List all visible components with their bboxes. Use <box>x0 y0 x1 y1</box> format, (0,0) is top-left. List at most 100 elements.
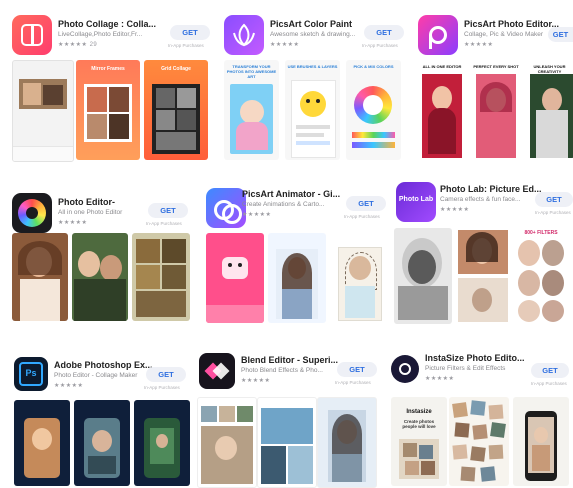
screenshot-1 <box>197 397 257 488</box>
collage-icon[interactable] <box>12 15 52 55</box>
picsart-icon[interactable] <box>418 15 458 55</box>
app-card-photo-collage[interactable]: Photo Collage : Colla... LiveCollage,Pho… <box>0 0 210 165</box>
get-button[interactable]: GET <box>548 27 573 42</box>
app-subtitle: Photo Blend Effects & Pho... <box>241 367 323 374</box>
app-subtitle: LiveCollage,Photo Editor,Fr... <box>58 31 143 38</box>
app-name[interactable]: PicsArt Color Paint <box>270 19 352 29</box>
blend-icon[interactable] <box>199 353 235 389</box>
get-button[interactable]: GET <box>535 192 573 207</box>
app-card-photo-lab[interactable]: Photo Lab Photo Lab: Picture Ed... Camer… <box>390 178 573 328</box>
app-name[interactable]: Adobe Photoshop Ex... <box>54 360 153 370</box>
rating-stars: ★★★★★ <box>425 376 455 382</box>
screenshot-1: Instasize Create photos people will love <box>391 397 447 486</box>
screenshot-1 <box>206 233 264 323</box>
screenshot-2: USE BRUSHES & LAYERS <box>285 60 340 160</box>
app-subtitle: Collage, Pic & Video Maker <box>464 31 544 38</box>
photo-lab-icon-text: Photo Lab <box>398 196 434 203</box>
screenshot-3 <box>513 397 569 486</box>
app-subtitle: Camera effects & fun face... <box>440 196 521 203</box>
screenshot-1 <box>14 400 70 486</box>
screenshot-2 <box>72 233 128 321</box>
screenshot-3: PICK & MIX COLORS <box>346 60 401 160</box>
app-subtitle: All in one Photo Editor <box>58 209 123 216</box>
in-app-purchases-note: In-App Purchases <box>535 210 571 215</box>
instasize-logo-text: Instasize <box>406 409 432 415</box>
screenshot-2 <box>449 397 509 486</box>
photo-lab-icon[interactable]: Photo Lab <box>396 182 436 222</box>
screenshot-3 <box>330 233 388 323</box>
app-subtitle: Picture Filters & Edit Effects <box>425 365 506 372</box>
app-card-picsart-animator[interactable]: PicsArt Animator - Gi... Create Animatio… <box>198 178 390 328</box>
get-button[interactable]: GET <box>531 363 569 378</box>
get-button[interactable]: GET <box>170 25 210 40</box>
screenshot-3: UNLEASH YOUR CREATIVITY <box>526 60 573 160</box>
app-name[interactable]: PicsArt Animator - Gi... <box>242 189 340 199</box>
rating-stars: ★★★★★ 29 <box>58 42 98 48</box>
in-app-purchases-note: In-App Purchases <box>146 221 182 226</box>
screenshot-3: Grid Collage <box>144 60 208 160</box>
get-button[interactable]: GET <box>337 362 377 377</box>
screenshot-3 <box>132 233 190 321</box>
screenshot-1: TRANSFORM YOUR PHOTOS INTO AWESOME ART <box>224 60 279 160</box>
app-subtitle: Photo Editor - Collage Maker <box>54 372 138 379</box>
screenshot-1 <box>394 228 452 324</box>
instasize-icon[interactable] <box>391 355 419 383</box>
rating-stars: ★★★★★ <box>270 42 300 48</box>
in-app-purchases-note: In-App Purchases <box>344 214 380 219</box>
screenshot-1 <box>12 60 74 162</box>
screenshot-2: Mirror Frames <box>76 60 140 160</box>
screenshot-caption: PICK & MIX COLORS <box>353 64 394 69</box>
adobe-ps-icon[interactable]: Ps <box>14 357 48 391</box>
in-app-purchases-note: In-App Purchases <box>144 385 180 390</box>
rating-stars: ★★★★★ <box>242 212 272 218</box>
rating-stars: ★★★★★ <box>241 378 271 384</box>
app-subtitle: Awesome sketch & drawing... <box>270 31 356 38</box>
get-button[interactable]: GET <box>148 203 188 218</box>
in-app-purchases-note: In-App Purchases <box>168 43 204 48</box>
screenshot-2 <box>257 397 317 488</box>
aperture-icon[interactable] <box>12 193 52 233</box>
app-name[interactable]: Photo Lab: Picture Ed... <box>440 184 542 194</box>
screenshot-caption: PERFECT EVERY SHOT <box>473 64 519 69</box>
lotus-icon[interactable] <box>224 15 264 55</box>
screenshot-caption: Grid Collage <box>161 66 191 72</box>
app-name[interactable]: Photo Collage : Colla... <box>58 19 156 29</box>
instasize-tagline: Create photos people will love <box>402 419 436 429</box>
rating-stars: ★★★★★ <box>54 383 84 389</box>
app-name[interactable]: Blend Editor - Superi... <box>241 355 338 365</box>
screenshot-caption: UNLEASH YOUR CREATIVITY <box>533 64 566 74</box>
screenshot-caption: 800+ FILTERS <box>524 230 558 236</box>
screenshot-1: ALL IN ONE EDITOR <box>418 60 466 160</box>
screenshot-1 <box>12 233 68 321</box>
app-subtitle: Create Animations & Carto... <box>242 201 325 208</box>
app-name[interactable]: Photo Editor- <box>58 197 115 207</box>
app-name[interactable]: InstaSize Photo Edito... <box>425 353 525 363</box>
screenshot-2 <box>454 228 512 324</box>
screenshot-caption: Mirror Frames <box>91 66 125 72</box>
app-card-blend-editor[interactable]: Blend Editor - Superi... Photo Blend Eff… <box>195 345 385 488</box>
get-button[interactable]: GET <box>346 196 386 211</box>
screenshot-caption: ALL IN ONE EDITOR <box>422 64 462 69</box>
app-card-instasize[interactable]: InstaSize Photo Edito... Picture Filters… <box>385 345 573 486</box>
app-name[interactable]: PicsArt Photo Editor... <box>464 19 559 29</box>
rating-stars: ★★★★★ <box>464 42 494 48</box>
app-card-picsart-color-paint[interactable]: PicsArt Color Paint Awesome sketch & dra… <box>212 0 404 165</box>
app-card-adobe-photoshop-express[interactable]: Ps Adobe Photoshop Ex... Photo Editor - … <box>0 345 195 486</box>
app-card-picsart-photo-editor[interactable]: PicsArt Photo Editor... Collage, Pic & V… <box>408 0 573 165</box>
screenshot-caption: USE BRUSHES & LAYERS <box>287 64 338 69</box>
screenshot-3 <box>134 400 190 486</box>
get-button[interactable]: GET <box>146 367 186 382</box>
get-button[interactable]: GET <box>364 25 404 40</box>
in-app-purchases-note: In-App Purchases <box>335 380 371 385</box>
ps-icon-text: Ps <box>25 368 37 378</box>
in-app-purchases-note: In-App Purchases <box>362 43 398 48</box>
screenshot-2 <box>268 233 326 323</box>
in-app-purchases-note: In-App Purchases <box>531 381 567 386</box>
rating-stars: ★★★★★ <box>58 220 88 226</box>
screenshot-caption: TRANSFORM YOUR PHOTOS INTO AWESOME ART <box>226 64 277 79</box>
animator-icon[interactable] <box>206 188 246 228</box>
rating-stars: ★★★★★ <box>440 207 470 213</box>
screenshot-3: 800+ FILTERS <box>514 228 568 324</box>
screenshot-3 <box>317 397 377 488</box>
app-card-photo-editor[interactable]: Photo Editor- All in one Photo Editor ★★… <box>0 178 195 328</box>
